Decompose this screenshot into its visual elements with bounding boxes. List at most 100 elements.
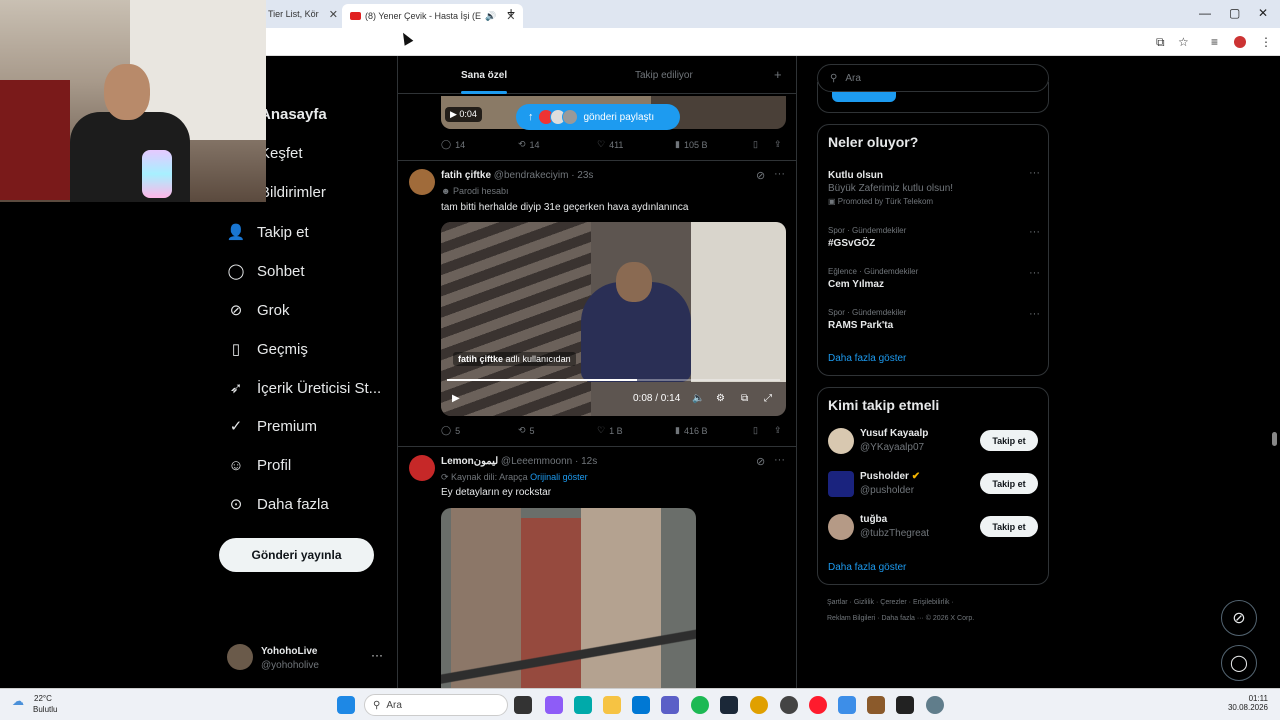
settings-icon[interactable]: [926, 696, 944, 714]
task-view-icon[interactable]: [514, 696, 532, 714]
repost-button[interactable]: ⟲ 14: [518, 139, 540, 150]
outlook-icon[interactable]: [632, 696, 650, 714]
footer-links[interactable]: Şartlar · Gizlilik · Çerezler · Erişileb…: [827, 599, 954, 606]
more-icon[interactable]: ···: [1029, 308, 1040, 320]
repost-button[interactable]: ⟲ 5: [518, 425, 535, 436]
trend-item[interactable]: Spor · Gündemdekiler #GSvGÖZ ···: [828, 226, 1040, 249]
follow-suggestion[interactable]: Yusuf Kayaalp @YKayaalp07 Takip et: [828, 428, 1040, 458]
tab-following[interactable]: Takip ediliyor: [635, 70, 693, 81]
footer-links[interactable]: Reklam Bilgileri · Daha fazla ··· © 2026…: [827, 615, 974, 622]
app-icon[interactable]: [838, 696, 856, 714]
more-icon[interactable]: ···: [774, 454, 785, 466]
avatar[interactable]: [409, 455, 435, 481]
fullscreen-icon[interactable]: ⤢: [764, 393, 772, 404]
nav-explore[interactable]: Keşfet: [260, 145, 303, 162]
author-handle[interactable]: @bendrakeciyim · 23s: [494, 170, 594, 181]
page-scrollbar[interactable]: [1268, 56, 1280, 688]
grok-icon[interactable]: ⊘: [756, 455, 765, 468]
follow-button[interactable]: Takip et: [980, 516, 1038, 537]
spotify-icon[interactable]: [691, 696, 709, 714]
share-icon[interactable]: ⇪: [774, 425, 782, 436]
nav-grok[interactable]: ⊘ Grok: [227, 301, 290, 320]
app-icon[interactable]: [867, 696, 885, 714]
minimize-button[interactable]: —: [1199, 6, 1211, 20]
new-posts-pill[interactable]: ↑ gönderi paylaştı: [516, 104, 680, 130]
like-button[interactable]: ♡ 1 B: [597, 425, 623, 436]
nav-follow[interactable]: 👤 Takip et: [227, 223, 309, 242]
more-icon[interactable]: ···: [1029, 167, 1040, 179]
nav-premium[interactable]: ✓ Premium: [227, 417, 317, 436]
epic-games-icon[interactable]: [896, 696, 914, 714]
nav-profile[interactable]: ☺ Profil: [227, 456, 291, 474]
speaker-icon[interactable]: 🔊: [485, 11, 496, 22]
post-button[interactable]: Gönderi yayınla: [219, 538, 374, 572]
chrome-icon[interactable]: [750, 696, 768, 714]
nav-more[interactable]: ⊙ Daha fazla: [227, 495, 329, 514]
author-handle[interactable]: @Leeemmoonn · 12s: [501, 456, 597, 467]
more-icon[interactable]: ···: [1029, 226, 1040, 238]
trend-item[interactable]: Eğlence · Gündemdekiler Cem Yılmaz ···: [828, 267, 1040, 290]
like-button[interactable]: ♡ 411: [597, 139, 623, 150]
new-tab-button[interactable]: +: [507, 4, 515, 20]
close-window-button[interactable]: ✕: [1258, 6, 1268, 20]
account-switcher[interactable]: YohohoLive @yohoholive ···: [227, 644, 392, 674]
volume-icon[interactable]: 🔈: [692, 393, 704, 404]
views-button[interactable]: ▮ 416 B: [675, 425, 707, 436]
more-icon[interactable]: ···: [774, 168, 785, 180]
follow-button[interactable]: Takip et: [980, 473, 1038, 494]
add-tab-icon[interactable]: +: [774, 67, 782, 82]
menu-dots-icon[interactable]: ⋮: [1260, 35, 1272, 49]
video-progress-bar[interactable]: [447, 379, 780, 381]
teams-icon[interactable]: [661, 696, 679, 714]
install-app-icon[interactable]: ⧉: [1156, 35, 1165, 50]
profile-avatar-icon[interactable]: [1234, 36, 1246, 48]
author-name[interactable]: fatih çiftke: [441, 170, 491, 181]
nav-history[interactable]: ▯ Geçmiş: [227, 340, 308, 359]
nav-notifications[interactable]: Bildirimler: [260, 184, 326, 201]
nav-creator-studio[interactable]: ➶ İçerik Üreticisi St...: [227, 379, 381, 398]
follow-suggestion[interactable]: Pusholder ✔ @pusholder Takip et: [828, 471, 1040, 501]
media-control-icon[interactable]: ≡: [1211, 35, 1218, 49]
edge-icon[interactable]: [574, 696, 592, 714]
settings-gear-icon[interactable]: ⚙: [716, 393, 725, 404]
maximize-button[interactable]: ▢: [1229, 6, 1240, 20]
bookmark-star-icon[interactable]: ☆: [1178, 35, 1189, 49]
tab-for-you[interactable]: Sana özel: [461, 70, 507, 81]
file-explorer-icon[interactable]: [603, 696, 621, 714]
views-button[interactable]: ▮ 105 B: [675, 139, 707, 150]
system-clock[interactable]: 01:11 30.08.2026: [1224, 694, 1268, 712]
post-image[interactable]: [441, 508, 696, 688]
obs-icon[interactable]: [780, 696, 798, 714]
grok-fab-icon[interactable]: ⊘: [1221, 600, 1257, 636]
follow-button[interactable]: Takip et: [980, 430, 1038, 451]
browser-tab-1[interactable]: Tier List, Kör ✕: [268, 4, 338, 24]
scroll-thumb[interactable]: [1272, 432, 1277, 446]
bookmark-button[interactable]: ▯: [753, 425, 758, 436]
more-icon[interactable]: ···: [1029, 267, 1040, 279]
reply-button[interactable]: ◯ 14: [441, 139, 465, 150]
steam-icon[interactable]: [720, 696, 738, 714]
message-fab-icon[interactable]: ◯: [1221, 645, 1257, 681]
trend-item[interactable]: Kutlu olsun Büyük Zaferimiz kutlu olsun!…: [828, 167, 1040, 206]
reply-button[interactable]: ◯ 5: [441, 425, 460, 436]
share-icon[interactable]: ⇪: [774, 139, 782, 150]
author-name[interactable]: Lemonليمون: [441, 456, 498, 467]
grok-icon[interactable]: ⊘: [756, 169, 765, 182]
nav-home[interactable]: Anasayfa: [260, 106, 327, 123]
avatar[interactable]: [409, 169, 435, 195]
more-icon[interactable]: ···: [371, 648, 383, 662]
browser-tab-2[interactable]: (8) Yener Çevik - Hasta İşi (E 🔊 ✕: [342, 4, 524, 28]
nav-chat[interactable]: ◯ Sohbet: [227, 262, 305, 281]
weather-widget[interactable]: ☁ 22°C Bulutlu: [12, 694, 57, 714]
play-icon[interactable]: ▶: [452, 393, 460, 404]
opera-icon[interactable]: [809, 696, 827, 714]
follow-suggestion[interactable]: tuğba @tubzThegreat Takip et: [828, 514, 1040, 544]
start-icon[interactable]: [337, 696, 355, 714]
taskbar-search[interactable]: ⚲ Ara: [364, 694, 508, 716]
picture-in-picture-icon[interactable]: ⧉: [741, 393, 748, 404]
card-button[interactable]: [832, 92, 896, 102]
video-player[interactable]: fatih çiftke adlı kullanıcıdan ▶ 0:08 / …: [441, 222, 786, 416]
copilot-icon[interactable]: [545, 696, 563, 714]
show-more-follow-link[interactable]: Daha fazla göster: [828, 562, 906, 573]
bookmark-button[interactable]: ▯: [753, 139, 758, 150]
